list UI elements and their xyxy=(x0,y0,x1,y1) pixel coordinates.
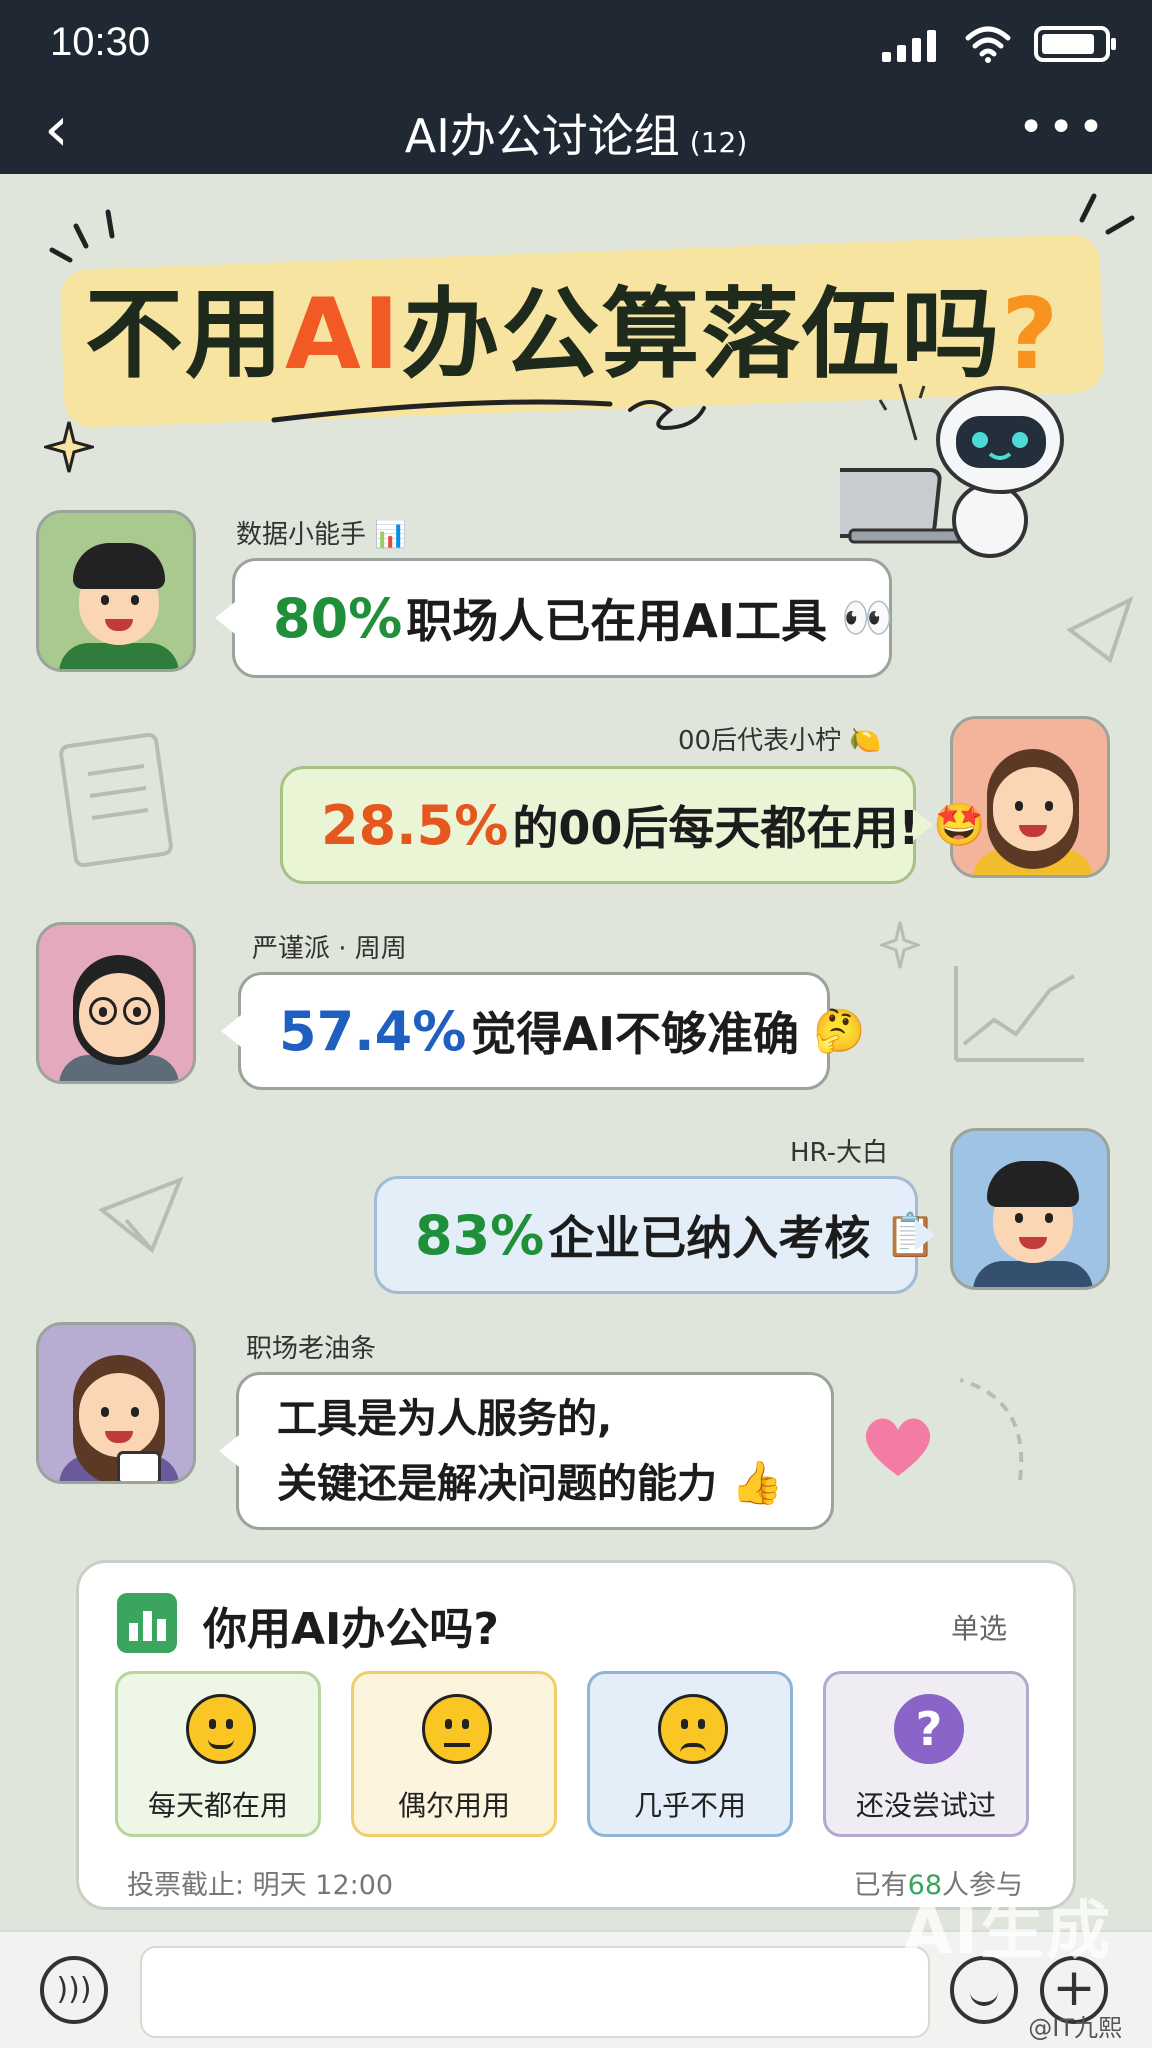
poll-option-label: 还没尝试过 xyxy=(855,1789,996,1822)
message-text: 觉得AI不够准确 xyxy=(470,1007,800,1061)
poll-question: 你用AI办公吗? xyxy=(203,1604,499,1655)
stat-percent: 83% xyxy=(415,1203,545,1267)
sparkle-doodle-icon xyxy=(880,921,920,969)
avatar[interactable] xyxy=(36,922,196,1084)
poll-option-occasionally[interactable]: 偶尔用用 xyxy=(351,1671,557,1837)
wifi-icon xyxy=(965,26,1011,63)
robot-laptop-icon xyxy=(840,383,1064,558)
voice-input-button[interactable]: ))) xyxy=(40,1956,108,2024)
underline-swoosh xyxy=(271,399,706,430)
paper-plane-doodle-icon xyxy=(98,1176,184,1254)
poll-mode: 单选 xyxy=(950,1612,1007,1645)
chat-header: ‹ AI办公讨论组 (12) ••• xyxy=(0,90,1152,174)
star-icon xyxy=(44,421,94,473)
sender-name: 数据小能手 📊 xyxy=(236,520,407,550)
headline-ai: AI xyxy=(285,278,402,392)
headline-part1: 不用 xyxy=(85,278,286,392)
star-eyes-emoji-icon: 🤩 xyxy=(933,800,986,849)
thinking-emoji-icon: 🤔 xyxy=(813,1006,866,1055)
message-text: 企业已纳入考核 xyxy=(548,1211,871,1265)
poll-option-never-tried[interactable]: ? 还没尝试过 xyxy=(823,1671,1029,1837)
sender-name: 00后代表小柠 🍋 xyxy=(678,726,882,756)
poll-card: 你用AI办公吗? 单选 每天都在用 偶尔用用 几乎不用 ? 还没尝试过 投票截止… xyxy=(76,1560,1076,1910)
battery-icon xyxy=(1034,26,1116,62)
eyes-emoji-icon: 👀 xyxy=(840,593,894,642)
status-bar: 10:30 xyxy=(0,0,1152,90)
message-text: 职场人已在用AI工具 xyxy=(406,594,827,648)
signal-icon xyxy=(882,30,936,62)
headline-part2: 办公算落伍吗 xyxy=(401,278,1002,392)
sender-name: HR-大白 xyxy=(790,1138,888,1168)
message-bubble[interactable]: 工具是为人服务的, 关键还是解决问题的能力 👍 xyxy=(219,1372,834,1530)
smile-face-icon xyxy=(186,1694,256,1764)
poll-option-daily[interactable]: 每天都在用 xyxy=(115,1671,321,1837)
thinking-face-icon xyxy=(658,1694,728,1764)
chat-title: AI办公讨论组 (12) xyxy=(0,100,1152,166)
neutral-face-icon xyxy=(422,1694,492,1764)
poll-option-label: 每天都在用 xyxy=(147,1789,288,1822)
message-bubble[interactable]: 80% 职场人已在用AI工具 👀 xyxy=(215,558,894,678)
group-name: AI办公讨论组 xyxy=(404,109,680,163)
author-handle: @IT九熙 xyxy=(1028,2014,1122,2042)
document-doodle-icon xyxy=(59,732,173,868)
more-options-button[interactable]: ••• xyxy=(1018,102,1108,153)
dashed-arrow-doodle-icon xyxy=(959,1378,1024,1481)
message-bubble[interactable]: 28.5% 的00后每天都在用! 🤩 xyxy=(280,766,986,884)
thumbs-up-emoji-icon: 👍 xyxy=(731,1457,784,1507)
message-text: 的00后每天都在用! xyxy=(512,801,920,855)
poll-option-label: 偶尔用用 xyxy=(397,1789,510,1822)
poll-option-rarely[interactable]: 几乎不用 xyxy=(587,1671,793,1837)
stat-percent: 28.5% xyxy=(321,793,509,857)
avatar[interactable] xyxy=(950,716,1110,878)
headline-question-mark: ? xyxy=(1001,278,1061,392)
poll-deadline: 投票截止: 明天 12:00 xyxy=(127,1870,394,1901)
question-mark-icon: ? xyxy=(894,1694,964,1764)
member-count: (12) xyxy=(689,126,748,159)
message-text-line2: 关键还是解决问题的能力 👍 xyxy=(277,1451,783,1516)
headline: 不用AI办公算落伍吗? xyxy=(85,255,1095,397)
sender-name: 职场老油条 xyxy=(246,1334,377,1364)
avatar[interactable] xyxy=(36,1322,196,1484)
trend-chart-doodle-icon xyxy=(954,966,1084,1062)
message-bubble[interactable]: 57.4% 觉得AI不够准确 🤔 xyxy=(221,972,865,1090)
bar-chart-icon xyxy=(117,1593,177,1653)
stat-percent: 80% xyxy=(273,586,403,650)
stat-percent: 57.4% xyxy=(279,999,467,1063)
message-bubble[interactable]: 83% 企业已纳入考核 📋 xyxy=(374,1176,937,1294)
poll-option-label: 几乎不用 xyxy=(633,1789,746,1822)
status-time: 10:30 xyxy=(50,20,151,64)
message-text-line1: 工具是为人服务的, xyxy=(277,1395,613,1442)
paper-plane-doodle-icon xyxy=(1066,596,1134,664)
avatar[interactable] xyxy=(36,510,196,672)
sender-name: 严谨派 · 周周 xyxy=(252,934,407,964)
message-input[interactable] xyxy=(140,1946,930,2038)
ai-generated-watermark: AI生成 xyxy=(902,1895,1112,1969)
avatar[interactable] xyxy=(950,1128,1110,1290)
